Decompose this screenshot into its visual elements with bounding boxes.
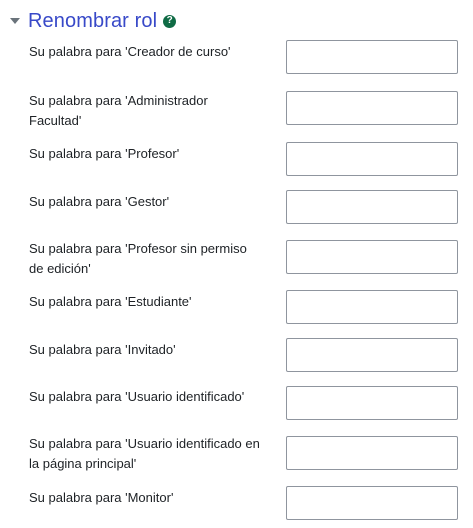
- role-name-input[interactable]: [286, 142, 458, 176]
- field-label: Su palabra para 'Creador de curso': [29, 44, 231, 59]
- role-name-input[interactable]: [286, 338, 458, 372]
- role-name-input[interactable]: [286, 190, 458, 224]
- field-label: Su palabra para 'Monitor': [29, 490, 174, 505]
- section-header: Renombrar rol ?: [8, 6, 177, 36]
- role-name-input[interactable]: [286, 486, 458, 520]
- role-name-input[interactable]: [286, 240, 458, 274]
- role-name-input[interactable]: [286, 386, 458, 420]
- field-label: Su palabra para 'Administrador Facultad': [29, 93, 208, 128]
- field-label: Su palabra para 'Gestor': [29, 194, 170, 209]
- role-name-input[interactable]: [286, 40, 458, 74]
- caret-down-icon[interactable]: [8, 14, 22, 28]
- field-label: Su palabra para 'Profesor': [29, 146, 180, 161]
- field-label: Su palabra para 'Usuario identificado': [29, 389, 245, 404]
- field-label: Su palabra para 'Estudiante': [29, 294, 192, 309]
- role-name-input[interactable]: [286, 436, 458, 470]
- section-title: Renombrar rol: [28, 10, 158, 32]
- field-label: Su palabra para 'Profesor sin permiso de…: [29, 241, 247, 276]
- field-label: Su palabra para 'Usuario identificado en…: [29, 436, 260, 471]
- field-label: Su palabra para 'Invitado': [29, 342, 176, 357]
- role-name-input[interactable]: [286, 290, 458, 324]
- role-name-input[interactable]: [286, 91, 458, 125]
- help-icon[interactable]: ?: [163, 14, 177, 28]
